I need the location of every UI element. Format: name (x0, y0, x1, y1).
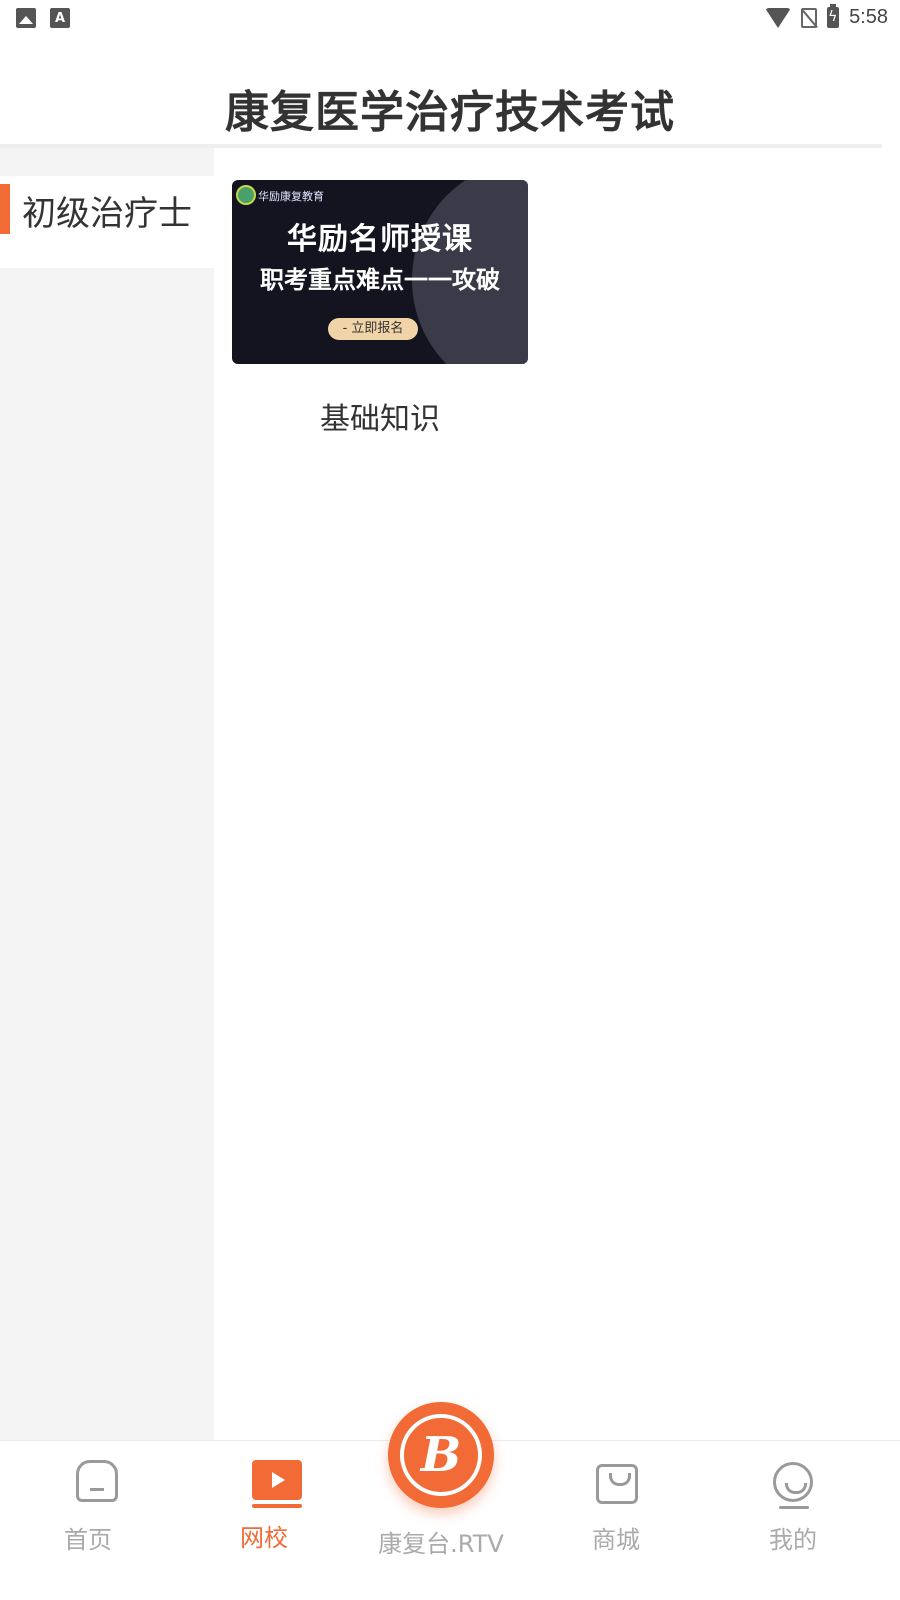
course-title[interactable]: 基础知识 (232, 394, 528, 438)
font-icon: A (50, 8, 70, 28)
tab-profile-label: 我的 (769, 1526, 817, 1554)
status-left-icons: A (16, 8, 70, 28)
tab-rtv-label: 康复台.RTV (378, 1530, 504, 1558)
battery-charging-icon (827, 4, 840, 28)
status-right-icons: 5:58 (765, 4, 888, 29)
image-icon (16, 8, 36, 28)
category-sidebar: 初级治疗士 (0, 148, 214, 1440)
page-title: 康复医学治疗技术考试 (225, 87, 675, 138)
tab-mall-label: 商城 (592, 1526, 640, 1554)
play-icon-underline (252, 1504, 302, 1508)
wifi-icon (765, 7, 792, 28)
status-time: 5:58 (849, 6, 888, 28)
banner-headline: 华励名师授课 (287, 222, 473, 257)
status-bar: A 5:58 (0, 0, 900, 36)
course-banner-image[interactable]: 华励康复教育 华励名师授课 职考重点难点一一攻破 - 立即报名 (232, 180, 528, 364)
tab-home[interactable]: 首页 (13, 1440, 163, 1600)
org-logo-icon (236, 185, 256, 205)
shopping-bag-icon (596, 1464, 638, 1504)
rtv-center-button[interactable]: B (388, 1402, 494, 1508)
no-sim-icon (801, 7, 818, 28)
tab-profile[interactable]: 我的 (718, 1440, 868, 1600)
profile-icon (773, 1462, 813, 1502)
app-header: 康复医学治疗技术考试 (0, 36, 900, 144)
sidebar-item-junior-therapist[interactable]: 初级治疗士 (0, 176, 214, 268)
banner-subheadline: 职考重点难点一一攻破 (260, 266, 500, 294)
logo-b-icon: B (400, 1414, 482, 1496)
sidebar-item-label: 初级治疗士 (22, 194, 192, 234)
banner-signup-button: - 立即报名 (328, 318, 418, 340)
tab-home-label: 首页 (64, 1526, 112, 1554)
tab-online-school[interactable]: 网校 (189, 1440, 339, 1600)
tab-online-school-label: 网校 (240, 1524, 288, 1552)
tab-mall[interactable]: 商城 (541, 1440, 691, 1600)
home-icon (76, 1460, 122, 1506)
selected-indicator (0, 184, 10, 234)
banner-org-name: 华励康复教育 (258, 190, 324, 203)
profile-icon-base (779, 1506, 809, 1509)
play-icon (252, 1460, 302, 1500)
